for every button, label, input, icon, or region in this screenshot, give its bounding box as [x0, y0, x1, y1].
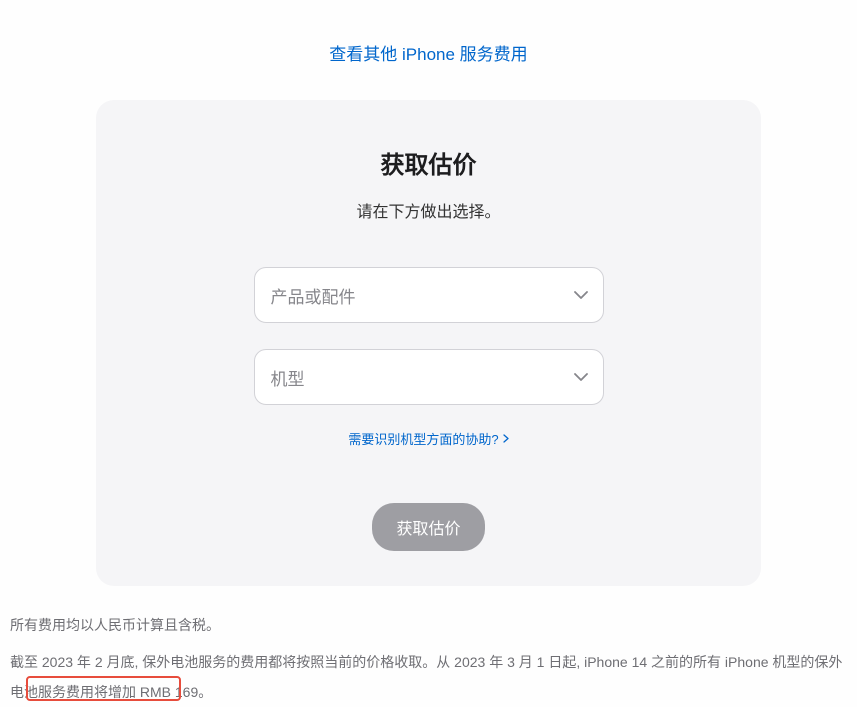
footer-line-2: 截至 2023 年 2 月底, 保外电池服务的费用都将按照当前的价格收取。从 2…	[10, 648, 847, 707]
help-identify-link[interactable]: 需要识别机型方面的协助?	[348, 429, 508, 448]
product-select[interactable]: 产品或配件	[254, 267, 604, 323]
product-select-wrapper: 产品或配件	[254, 267, 604, 323]
estimate-card: 获取估价 请在下方做出选择。 产品或配件 机型 需要识别机型方面的协助?	[96, 100, 761, 586]
model-select-placeholder: 机型	[271, 365, 305, 390]
help-link-label: 需要识别机型方面的协助?	[348, 429, 498, 448]
card-subtitle: 请在下方做出选择。	[136, 198, 721, 222]
footer-line-2-highlight: 费用将增加 RMB 169。	[66, 684, 212, 700]
model-select[interactable]: 机型	[254, 349, 604, 405]
top-link-wrapper: 查看其他 iPhone 服务费用	[0, 40, 857, 65]
chevron-right-icon	[503, 434, 509, 443]
product-select-placeholder: 产品或配件	[271, 283, 356, 308]
footer-text: 所有费用均以人民币计算且含税。 截至 2023 年 2 月底, 保外电池服务的费…	[0, 586, 857, 707]
model-select-wrapper: 机型	[254, 349, 604, 405]
get-estimate-button[interactable]: 获取估价	[372, 503, 484, 551]
card-title: 获取估价	[136, 145, 721, 180]
other-services-link[interactable]: 查看其他 iPhone 服务费用	[329, 45, 527, 64]
footer-line-1: 所有费用均以人民币计算且含税。	[10, 611, 847, 640]
